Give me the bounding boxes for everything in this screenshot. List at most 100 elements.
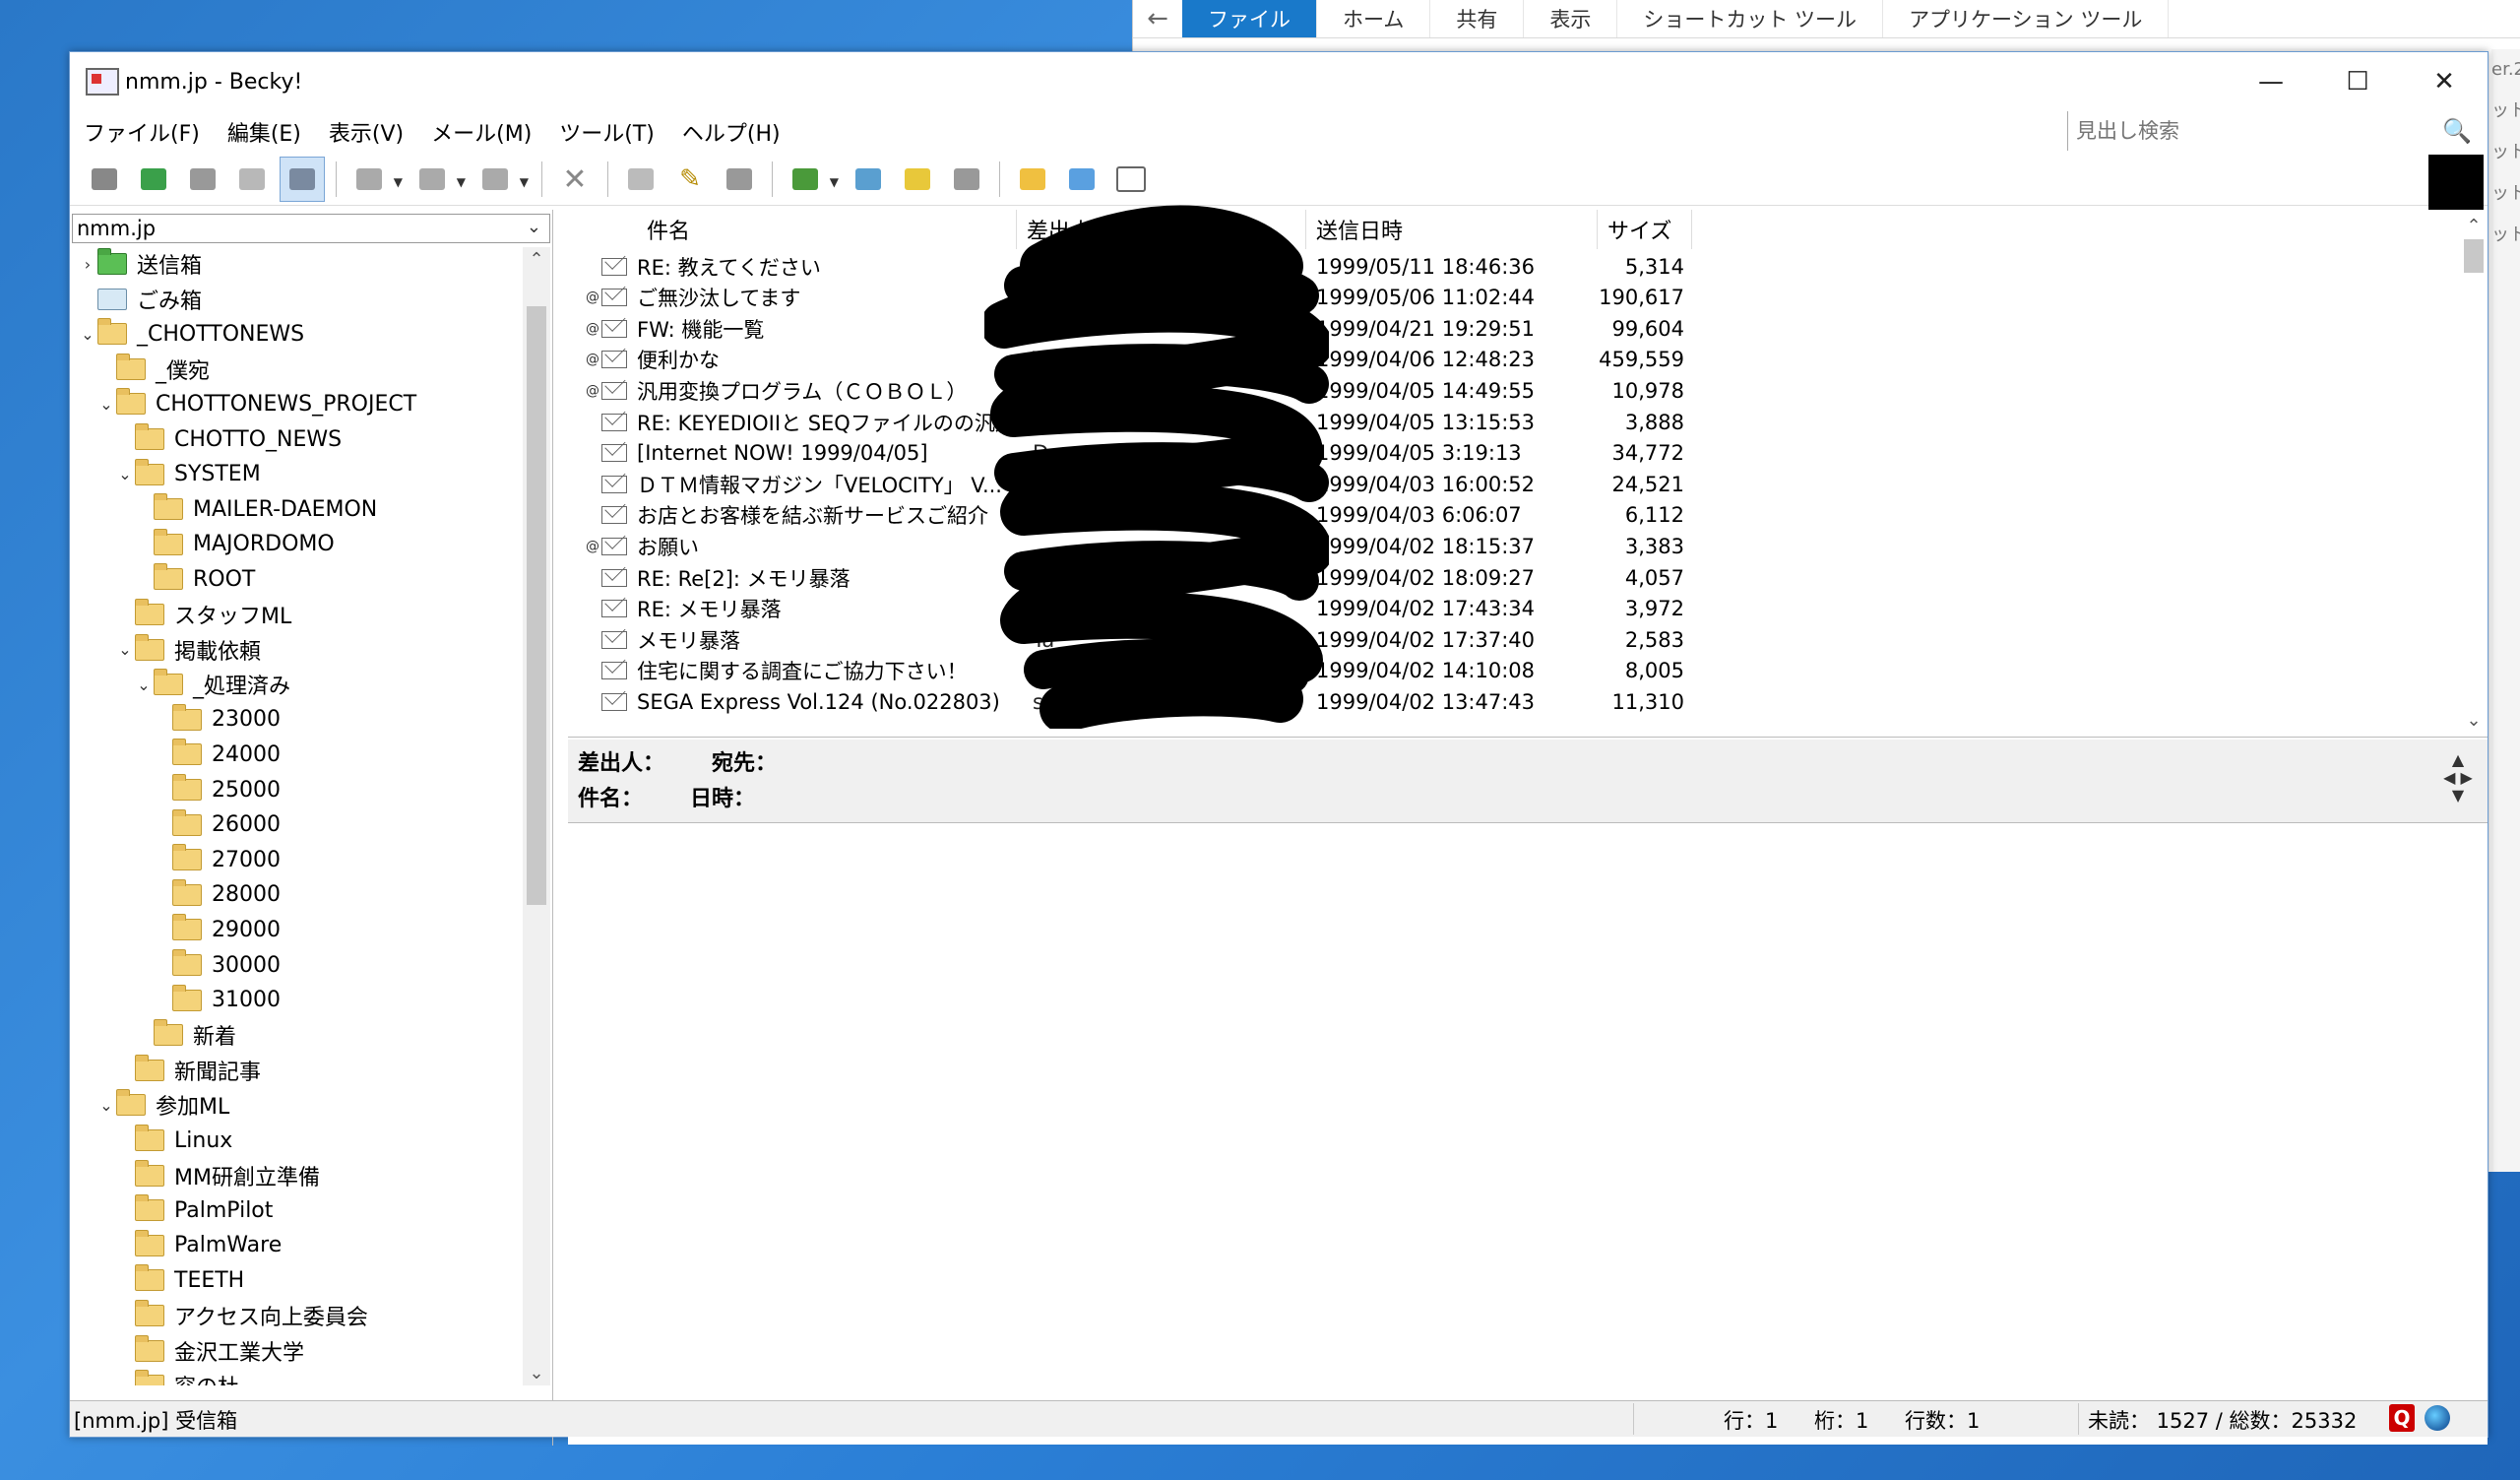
message-row[interactable]: 住宅に関する調査にご協力下さい！ 1999/04/02 14:10:08 8,005 — [586, 656, 1690, 686]
q-icon[interactable]: Q — [2389, 1404, 2415, 1432]
folder-tree-item[interactable]: アクセス向上委員会 — [115, 1299, 368, 1332]
forward-button[interactable]: ▼ — [473, 158, 529, 201]
folder-tree-item[interactable]: ごみ箱 — [78, 283, 202, 316]
message-row[interactable]: @ ご無沙汰してます 1999/05/06 11:02:44 190,617 — [586, 283, 1690, 313]
message-row[interactable]: RE: KEYEDIOIIと SEQファイルのの汎用... 1999/04/05 … — [586, 407, 1690, 437]
folder-tree-item[interactable]: 29000 — [153, 913, 281, 946]
folder-tree-item[interactable]: 新聞記事 — [115, 1054, 261, 1087]
back-arrow-icon[interactable]: ← — [1133, 0, 1182, 37]
maximize-button[interactable]: ☐ — [2314, 52, 2401, 111]
title-bar[interactable]: nmm.jp - Becky! — ☐ ✕ — [70, 52, 2488, 111]
ribbon-tab-file[interactable]: ファイル — [1182, 0, 1317, 37]
folder-tree-item[interactable]: ⌄ 掲載依頼 — [115, 633, 261, 667]
message-row[interactable]: お店とお客様を結ぶ新サービスご紹介 iM 1999/04/03 6:06:07 6,1… — [586, 500, 1690, 531]
expand-chevron-icon[interactable]: ⌄ — [115, 640, 135, 659]
message-row[interactable]: @ お願い 1999/04/02 18:15:37 3,383 — [586, 531, 1690, 561]
folder-tree-item[interactable]: PalmWare — [115, 1229, 282, 1262]
folder-tree-item[interactable]: MAILER-DAEMON — [134, 492, 377, 526]
column-subject[interactable]: 件名 — [568, 210, 1017, 249]
scroll-up-icon[interactable]: ⌃ — [523, 249, 550, 270]
send-receive-button[interactable] — [181, 158, 224, 201]
memo-button[interactable] — [896, 158, 939, 201]
message-row[interactable]: RE: Re[2]: メモリ暴落 Tak 1999/04/02 18:09:27 4,… — [586, 562, 1690, 593]
magnifier-icon[interactable]: 🔍 — [2442, 117, 2472, 145]
dropdown-arrow-icon[interactable]: ▼ — [457, 175, 466, 189]
settings-button[interactable] — [847, 158, 890, 201]
heading-search-input[interactable] — [2074, 118, 2432, 144]
message-list-scrollbar[interactable]: ⌃ ⌄ — [2460, 210, 2488, 737]
folder-tree-item[interactable]: 金沢工業大学 — [115, 1334, 304, 1368]
column-from[interactable]: 差出人 — [1017, 210, 1306, 249]
archive-button[interactable] — [718, 158, 761, 201]
folder-tree-item[interactable]: 24000 — [153, 738, 281, 771]
scroll-down-icon[interactable]: ⌄ — [523, 1363, 550, 1383]
folder-tree-item[interactable]: › 送信箱 — [78, 247, 202, 281]
menu-edit[interactable]: 編集(E) — [214, 116, 315, 148]
folder-tree-item[interactable]: 27000 — [153, 843, 281, 876]
message-row[interactable]: @ 便利かな Taka 1999/04/06 12:48:23 459,559 — [586, 345, 1690, 375]
send-mail-button[interactable] — [132, 158, 175, 201]
open-folder-button[interactable] — [1011, 158, 1054, 201]
message-row[interactable]: SEGA Express Vol.124 (No.022803) seg 1999/… — [586, 686, 1690, 717]
folder-tree-item[interactable]: ⌄ _処理済み — [134, 668, 290, 701]
chevron-down-icon[interactable]: ⌄ — [527, 217, 541, 237]
folder-tree-item[interactable]: TEETH — [115, 1263, 244, 1297]
folder-tree-item[interactable]: MAJORDOMO — [134, 528, 335, 561]
menu-help[interactable]: ヘルプ(H) — [668, 116, 794, 148]
folder-tree-item[interactable]: 25000 — [153, 773, 281, 806]
ribbon-tab-home[interactable]: ホーム — [1317, 0, 1431, 37]
folder-tree-item[interactable]: _僕宛 — [96, 353, 210, 386]
ribbon-tab-application-tools[interactable]: アプリケーション ツール — [1883, 0, 2170, 37]
dropdown-arrow-icon[interactable]: ▼ — [830, 175, 839, 189]
folder-tree-item[interactable]: スタッフML — [115, 598, 291, 631]
message-row[interactable]: メモリ暴落 Ta 1999/04/02 17:37:40 2,583 — [586, 624, 1690, 655]
ribbon-tab-view[interactable]: 表示 — [1524, 0, 1618, 37]
ribbon-tab-share[interactable]: 共有 — [1430, 0, 1525, 37]
dropdown-arrow-icon[interactable]: ▼ — [394, 175, 403, 189]
reply-button[interactable]: ▼ — [410, 158, 466, 201]
note-button[interactable] — [945, 158, 988, 201]
menu-view[interactable]: 表示(V) — [315, 116, 417, 148]
scroll-down-icon[interactable]: ⌄ — [2460, 710, 2488, 731]
sync-button[interactable] — [230, 158, 274, 201]
expand-chevron-icon[interactable]: ⌄ — [96, 1096, 116, 1115]
menu-mail[interactable]: メール(M) — [417, 116, 545, 148]
folder-tree-item[interactable]: 26000 — [153, 808, 281, 842]
address-book-button[interactable] — [1060, 158, 1103, 201]
ribbon-tab-shortcut-tools[interactable]: ショートカット ツール — [1617, 0, 1884, 37]
folder-tree-scrollbar[interactable]: ⌃ ⌄ — [523, 247, 550, 1385]
scroll-thumb[interactable] — [527, 306, 546, 905]
folder-tree-item[interactable]: ⌄ 参加ML — [96, 1088, 229, 1122]
move-button[interactable] — [619, 158, 662, 201]
column-date[interactable]: 送信日時 — [1306, 210, 1598, 249]
folder-tree-item[interactable]: 23000 — [153, 703, 281, 737]
folder-tree-item[interactable]: Linux — [115, 1124, 232, 1157]
close-button[interactable]: ✕ — [2401, 52, 2488, 111]
message-row[interactable]: ＤＴＭ情報マガジン「VELOCITY」 V... i @vel 1999/04/03… — [586, 469, 1690, 499]
folder-tree-item[interactable]: 新着 — [134, 1018, 236, 1052]
preview-navigation-icon[interactable]: ▲ ◀ ▶ ▼ — [2438, 751, 2478, 810]
expand-chevron-icon[interactable]: ⌄ — [115, 465, 135, 483]
layout-button[interactable] — [1109, 158, 1153, 201]
delete-button[interactable]: ✕ — [553, 158, 597, 201]
message-row[interactable]: RE: 教えてください 1999/05/11 18:46:36 5,314 — [586, 251, 1690, 282]
scroll-up-icon[interactable]: ⌃ — [2460, 216, 2488, 236]
expand-chevron-icon[interactable]: ⌄ — [96, 395, 116, 414]
globe-icon[interactable] — [2425, 1405, 2450, 1431]
becky-app-icon[interactable] — [86, 68, 119, 96]
minimize-button[interactable]: — — [2228, 52, 2314, 111]
filter-button[interactable]: ▼ — [784, 158, 839, 201]
folder-tree-item[interactable]: 28000 — [153, 878, 281, 912]
menu-file[interactable]: ファイル(F) — [70, 116, 214, 148]
message-row[interactable]: [Internet NOW! 1999/04/05] D 1999/04/05 3:… — [586, 438, 1690, 469]
scroll-thumb[interactable] — [2464, 239, 2484, 273]
toolbar-extra-button[interactable] — [2428, 155, 2484, 210]
folder-tree-item[interactable]: 窓の杜 — [115, 1369, 239, 1385]
folder-tree-item[interactable]: ROOT — [134, 562, 255, 596]
folder-tree-item[interactable]: MM研創立準備 — [115, 1159, 320, 1192]
folder-tree-item[interactable]: 31000 — [153, 984, 281, 1017]
message-row[interactable]: @ 汎用変換プログラム（ＣＯＢＯＬ） 1999/04/05 14:49:55 10,9… — [586, 375, 1690, 406]
account-selector[interactable]: nmm.jp ⌄ — [72, 214, 550, 243]
folder-tree-item[interactable]: PalmPilot — [115, 1193, 273, 1227]
folder-tree-item[interactable]: CHOTTO_NEWS — [115, 422, 342, 456]
